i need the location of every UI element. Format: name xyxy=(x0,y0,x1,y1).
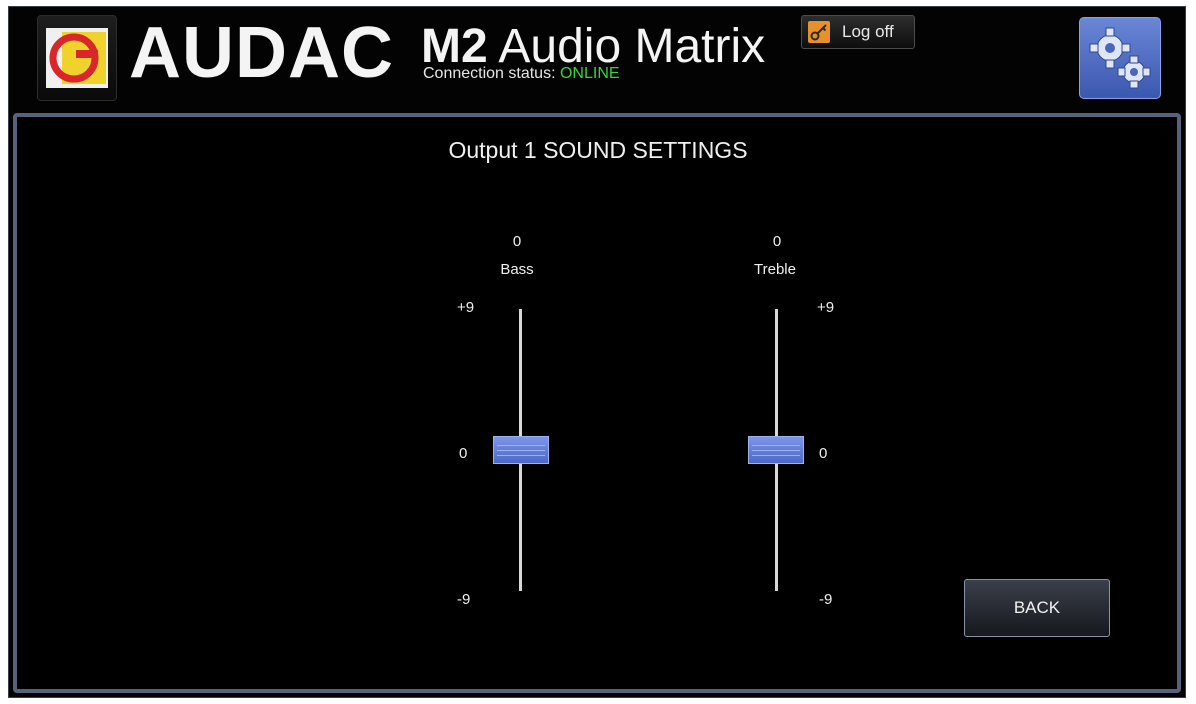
device-screen: AUDAC M2 Audio Matrix Connection status:… xyxy=(8,6,1186,698)
back-button[interactable]: BACK xyxy=(964,579,1110,637)
logoff-button[interactable]: Log off xyxy=(801,15,915,49)
bass-label: Bass xyxy=(500,261,534,278)
settings-button[interactable] xyxy=(1079,17,1161,99)
bass-min-label: -9 xyxy=(457,591,471,608)
logoff-label: Log off xyxy=(842,22,894,41)
treble-label: Treble xyxy=(754,261,796,278)
connection-label: Connection status: xyxy=(423,65,556,82)
audac-logo-icon xyxy=(37,15,117,101)
treble-max-label: +9 xyxy=(817,299,835,316)
page-title: Output 1 SOUND SETTINGS xyxy=(448,137,748,163)
bass-value: 0 xyxy=(512,233,522,250)
treble-min-label: -9 xyxy=(819,591,833,608)
brand-name: AUDAC xyxy=(129,13,394,93)
connection-status: Connection status: ONLINE xyxy=(423,65,620,83)
key-icon xyxy=(808,21,830,43)
treble-slider-thumb[interactable] xyxy=(748,436,804,464)
gears-icon xyxy=(1089,27,1151,89)
bass-mid-label: 0 xyxy=(459,445,468,462)
connection-status-value: ONLINE xyxy=(559,65,620,82)
bass-max-label: +9 xyxy=(457,299,475,316)
treble-mid-label: 0 xyxy=(819,445,828,462)
treble-value: 0 xyxy=(772,233,782,250)
bass-slider-thumb[interactable] xyxy=(493,436,549,464)
